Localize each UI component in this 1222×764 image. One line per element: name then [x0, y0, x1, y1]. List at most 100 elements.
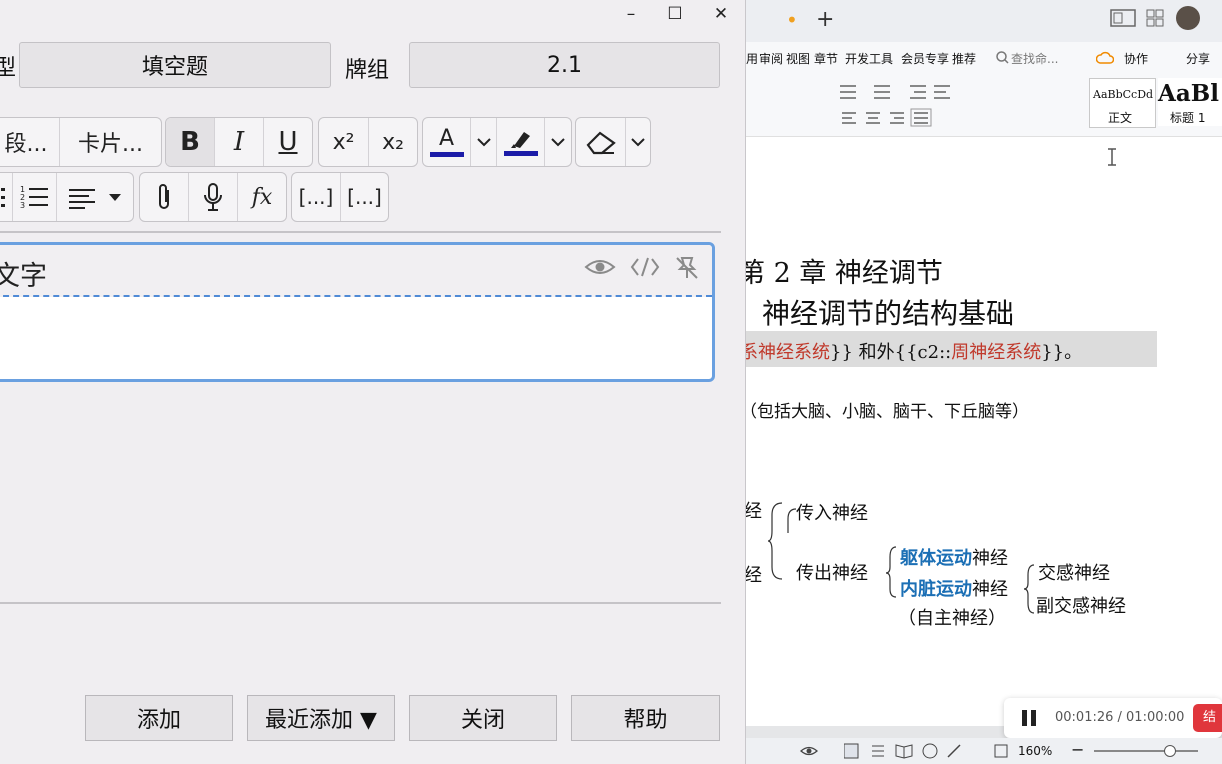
avatar[interactable] — [1176, 6, 1200, 30]
color-group: A — [422, 117, 572, 167]
close-button[interactable]: 关闭 — [409, 695, 557, 741]
align-left-icon — [69, 189, 121, 209]
fit-page-icon[interactable] — [994, 744, 1008, 758]
highlight-color-bar — [503, 151, 538, 156]
text-color-letter: A — [438, 125, 455, 151]
document-page[interactable]: 第 2 章 神经调节 神经调节的结构基础 系神经系统}} 和外{{c2::周神经… — [746, 137, 1222, 727]
text-color-dropdown[interactable] — [471, 118, 497, 166]
history-button[interactable]: 最近添加 ▼ — [247, 695, 395, 741]
fields-cards-group: 段... 卡片... — [0, 117, 162, 167]
svg-text:3: 3 — [20, 201, 25, 210]
pin-icon[interactable] — [674, 255, 700, 281]
menu-item-member[interactable]: 会员专享 — [901, 50, 949, 67]
menu-item-review[interactable]: 审阅 — [759, 50, 783, 67]
bullet-list-button-partial[interactable] — [0, 173, 13, 221]
separator-top — [0, 231, 721, 233]
new-tab-button[interactable]: + — [816, 7, 834, 32]
paragraph-controls-icon[interactable] — [746, 80, 1086, 132]
command-search[interactable]: 查找命... — [1011, 50, 1058, 67]
add-button[interactable]: 添加 — [85, 695, 233, 741]
anki-add-dialog: – ☐ ✕ 型 填空题 牌组 2.1 段... 卡片... B I U x² x… — [0, 0, 746, 764]
record-audio-button[interactable] — [189, 173, 238, 221]
eraser-button[interactable] — [576, 118, 626, 166]
menu-item-view[interactable]: 视图 — [786, 50, 810, 67]
media-group: 𝑓x — [139, 172, 287, 222]
highlight-dropdown[interactable] — [545, 118, 571, 166]
chevron-down-icon — [631, 138, 645, 147]
chevron-down-icon — [476, 138, 491, 147]
text-color-button[interactable]: A — [423, 118, 471, 166]
eraser-dropdown[interactable] — [626, 118, 650, 166]
chapter-heading: 第 2 章 神经调节 — [746, 258, 943, 289]
status-bar: 160% − — [746, 738, 1222, 764]
style-heading1[interactable]: AaBl 标题 1 — [1158, 78, 1222, 126]
html-editor-icon[interactable] — [630, 255, 660, 279]
highlight-button[interactable] — [497, 118, 545, 166]
maximize-button[interactable]: ☐ — [654, 2, 696, 26]
zoom-slider-handle[interactable] — [1164, 745, 1176, 757]
cns-note: （包括大脑、小脑、脑干、下丘脑等） — [746, 402, 1029, 422]
text-field-editor[interactable]: 文字 — [0, 242, 715, 382]
deck-button[interactable]: 2.1 — [409, 42, 720, 88]
efferent-nerve: 传出神经 — [796, 563, 868, 584]
numbered-list-icon: 123 — [20, 185, 48, 210]
eye-icon[interactable] — [584, 255, 616, 279]
grid-icon[interactable] — [1146, 9, 1164, 27]
somatic-label: 躯体运动 — [900, 548, 972, 569]
math-button[interactable]: 𝑓x — [238, 173, 286, 221]
cloze-end-text: }}。 — [1041, 342, 1083, 363]
chevron-down-icon — [551, 138, 565, 147]
parasympathetic-nerve: 副交感神经 — [1036, 596, 1126, 617]
script-group: x² x₂ — [318, 117, 418, 167]
note-type-button[interactable]: 填空题 — [19, 42, 331, 88]
close-window-button[interactable]: ✕ — [700, 2, 742, 26]
style-normal-name: 正文 — [1108, 111, 1133, 125]
view-mode-icons[interactable] — [844, 743, 964, 759]
cloze-new-button[interactable]: [...] — [292, 173, 341, 221]
autonomic-note: （自主神经） — [898, 608, 1006, 629]
tab-bar: • + — [746, 0, 1222, 42]
text-color-bar — [429, 151, 464, 157]
superscript-button[interactable]: x² — [319, 118, 369, 166]
jing-text-2: 经 — [746, 565, 762, 586]
eraser-group — [575, 117, 651, 167]
menu-item-partial[interactable]: 用 — [746, 50, 758, 67]
sympathetic-nerve: 交感神经 — [1038, 563, 1110, 584]
eye-protect-icon[interactable] — [800, 744, 818, 758]
zoom-slider-track[interactable] — [1094, 750, 1198, 752]
search-icon — [996, 51, 1009, 64]
menu-item-chapter[interactable]: 章节 — [814, 50, 838, 67]
underline-button[interactable]: U — [264, 118, 312, 166]
end-recording-button[interactable]: 结 — [1193, 704, 1222, 732]
wps-writer-window: • + 用 审阅 视图 章节 开发工具 会员专享 推荐 查找命... 协作 分享 — [746, 0, 1222, 764]
collab-button[interactable]: 协作 — [1124, 50, 1148, 67]
menu-item-devtools[interactable]: 开发工具 — [845, 50, 893, 67]
note-type-label: 型 — [0, 50, 16, 82]
style-normal[interactable]: AaBbCcDd 正文 — [1089, 78, 1156, 128]
help-button[interactable]: 帮助 — [571, 695, 720, 741]
cloud-sync-icon[interactable] — [1096, 50, 1114, 65]
subscript-button[interactable]: x₂ — [369, 118, 417, 166]
zoom-level[interactable]: 160% — [1018, 744, 1052, 758]
cloze-same-button[interactable]: [...] — [341, 173, 388, 221]
visceral-suffix: 神经 — [972, 579, 1008, 600]
bold-button[interactable]: B — [166, 118, 215, 166]
cloze-mid-text: }} 和外{{c2:: — [830, 342, 952, 363]
fields-button[interactable]: 段... — [0, 118, 60, 166]
deck-label: 牌组 — [345, 58, 390, 83]
zoom-out-button[interactable]: − — [1071, 740, 1084, 759]
cloze-c2-text: 周神经系统 — [951, 342, 1042, 363]
share-button[interactable]: 分享 — [1186, 50, 1210, 67]
italic-button[interactable]: I — [215, 118, 264, 166]
field-label: 文字 — [0, 261, 47, 292]
layout-icon[interactable] — [1110, 9, 1136, 27]
numbered-list-button[interactable]: 123 — [13, 173, 57, 221]
minimize-button[interactable]: – — [610, 2, 652, 26]
alignment-button[interactable] — [57, 173, 133, 221]
pause-icon[interactable] — [1020, 709, 1038, 727]
somatic-suffix: 神经 — [972, 548, 1008, 569]
menu-item-recommend[interactable]: 推荐 — [952, 50, 976, 67]
bullet-list-icon — [0, 188, 5, 207]
attach-button[interactable] — [140, 173, 189, 221]
cards-button[interactable]: 卡片... — [60, 118, 161, 166]
